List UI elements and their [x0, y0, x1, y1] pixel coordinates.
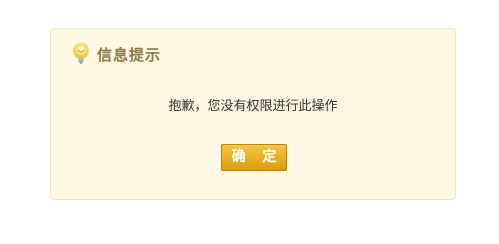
info-dialog: 信息提示 抱歉，您没有权限进行此操作 确 定: [50, 28, 456, 200]
confirm-button[interactable]: 确 定: [221, 144, 287, 171]
dialog-title: 信息提示: [97, 45, 162, 64]
lightbulb-icon: [71, 42, 97, 66]
dialog-header: 信息提示: [71, 41, 161, 67]
permission-denied-message: 抱歉，您没有权限进行此操作: [168, 99, 338, 114]
